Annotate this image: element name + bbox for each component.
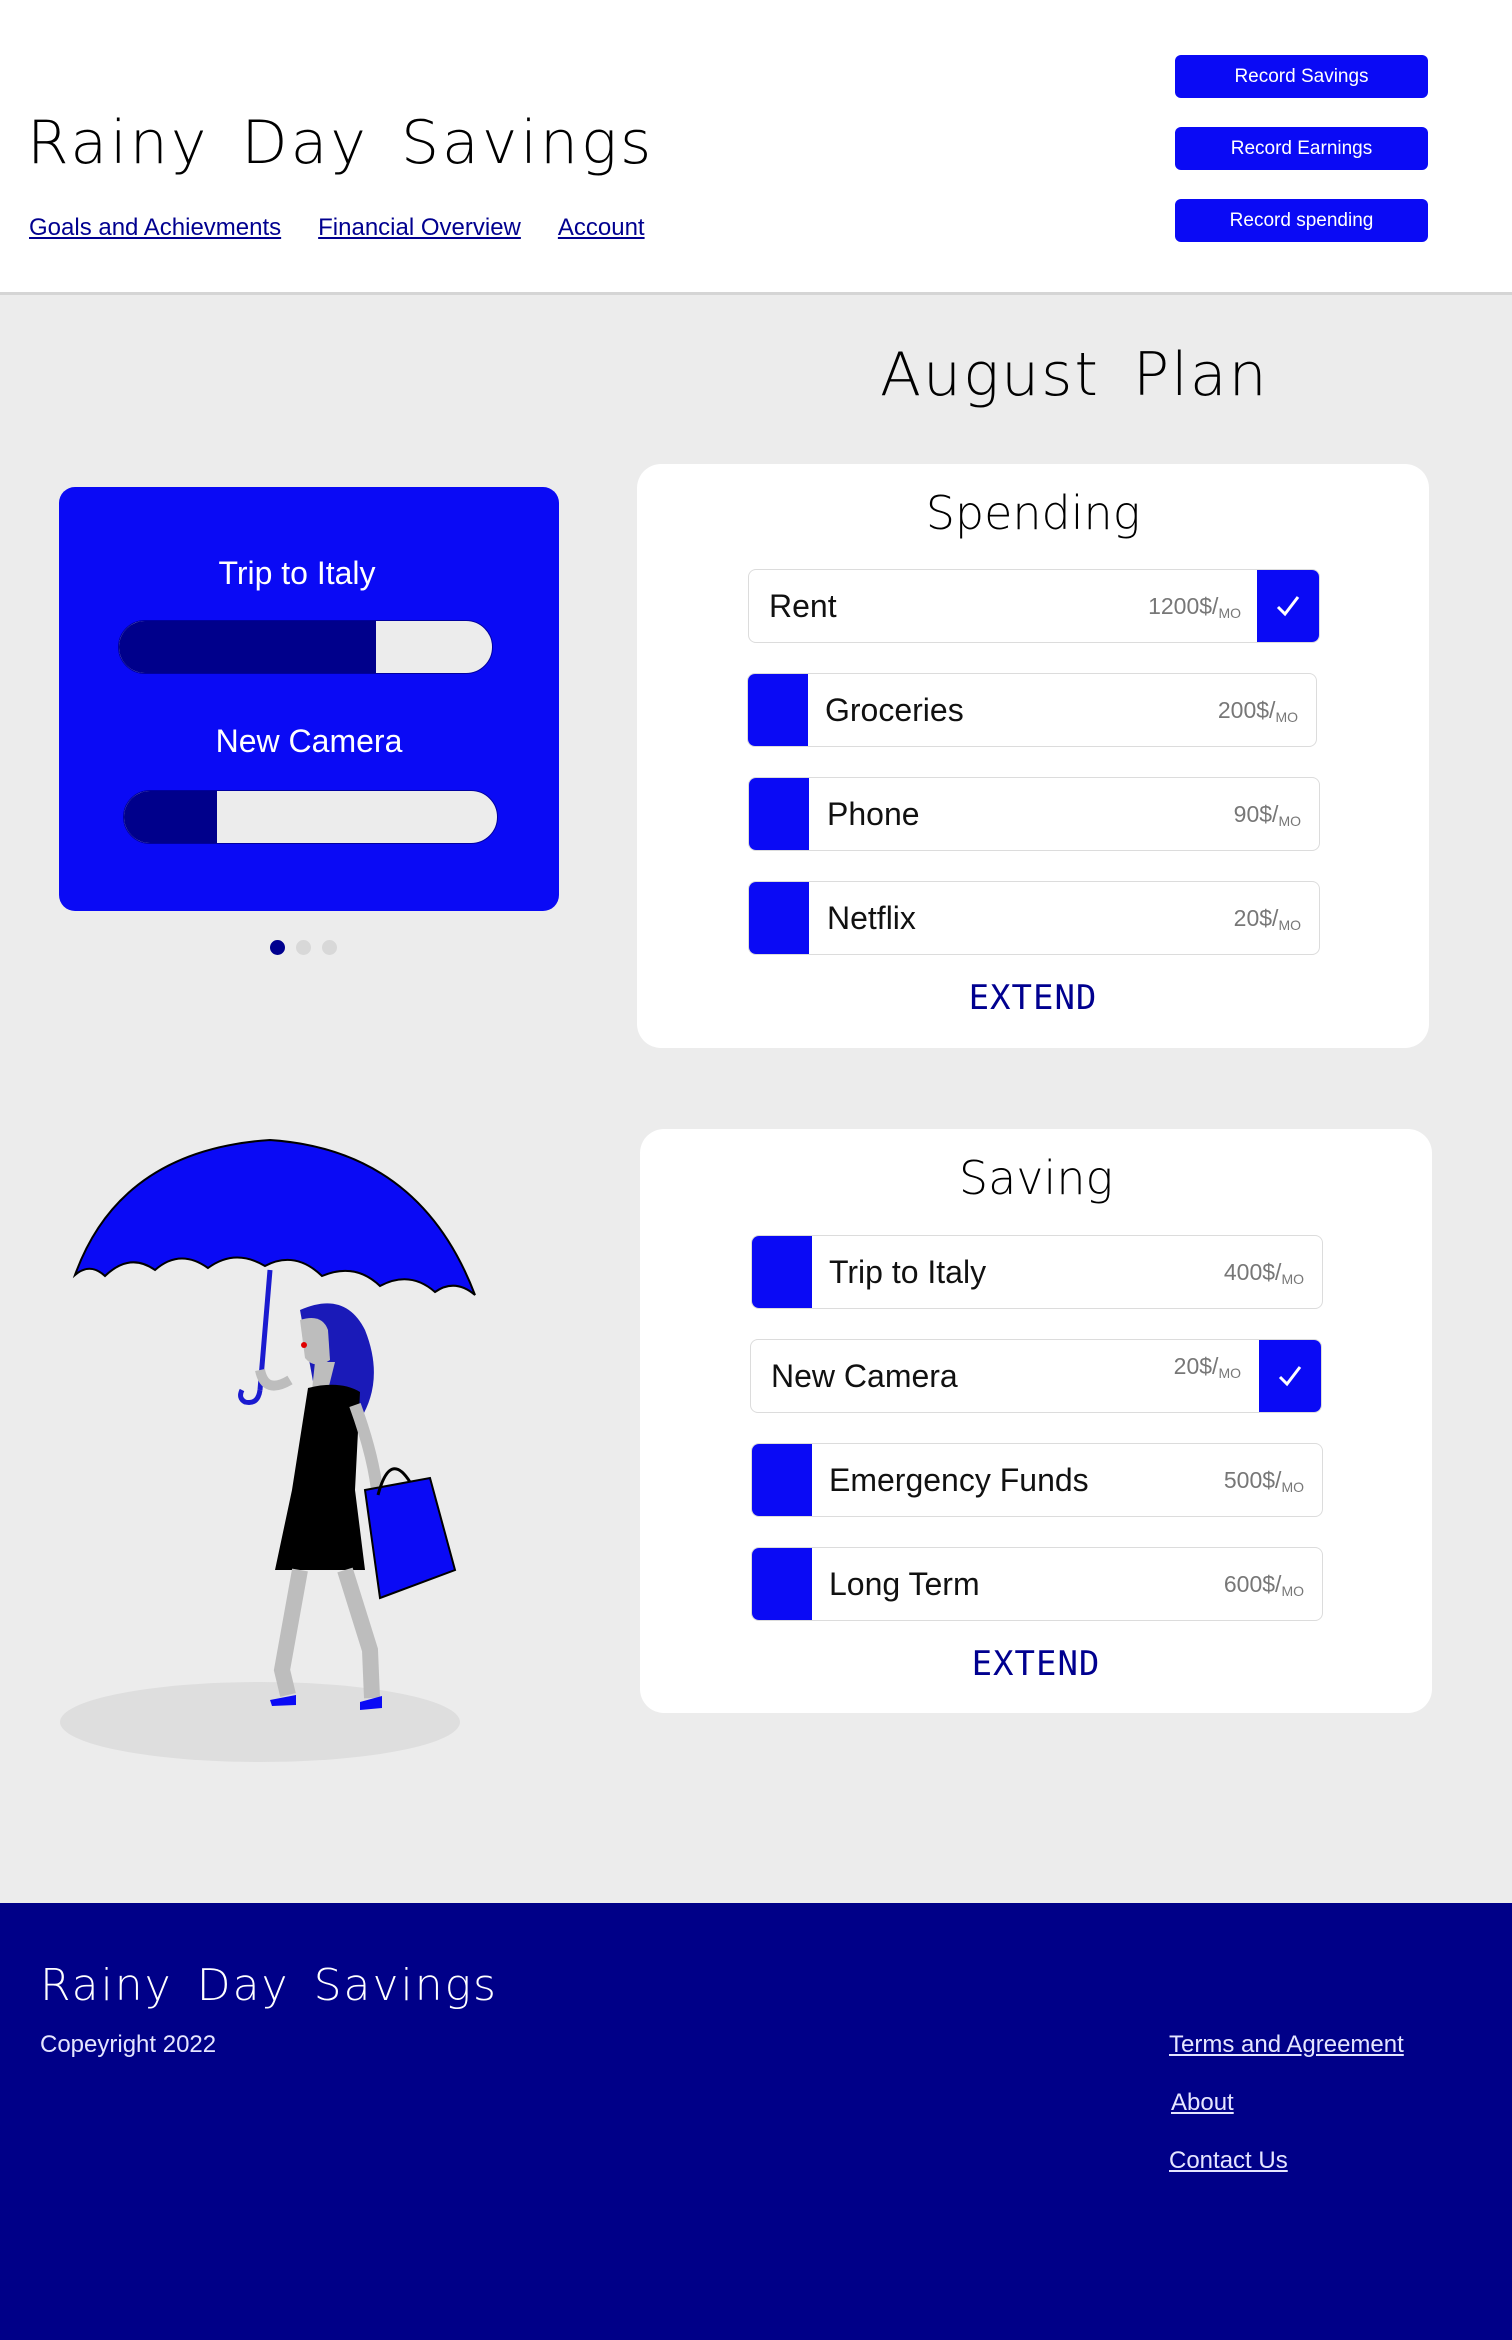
nav-account[interactable]: Account (558, 214, 645, 242)
category-color-swatch (749, 882, 809, 954)
row-name: Phone (827, 795, 920, 832)
saving-row-trip-to-italy[interactable]: Trip to Italy 400$/MO (751, 1235, 1323, 1309)
carousel-dot[interactable] (322, 940, 337, 955)
row-name: Emergency Funds (829, 1461, 1089, 1498)
plan-title: August Plan (880, 340, 1269, 410)
row-amount: 500$/MO (1224, 1444, 1304, 1516)
amount-value: 1200$/ (1148, 592, 1219, 619)
amount-value: 500$/ (1223, 1466, 1282, 1493)
amount-value: 20$/ (1173, 1352, 1219, 1379)
spending-heading: Spending (925, 486, 1141, 540)
goals-progress-card[interactable]: Trip to Italy New Camera (59, 487, 559, 911)
checkmark-icon[interactable] (1257, 570, 1319, 642)
main-nav: Goals and Achievments Financial Overview… (29, 214, 645, 242)
row-name: Long Term (829, 1565, 980, 1602)
saving-row-emergency-funds[interactable]: Emergency Funds 500$/MO (751, 1443, 1323, 1517)
category-color-swatch (748, 674, 808, 746)
row-amount: 20$/MO (1173, 1340, 1241, 1402)
row-amount: 20$/MO (1234, 882, 1301, 954)
row-amount: 90$/MO (1234, 778, 1301, 850)
row-amount: 400$/MO (1224, 1236, 1304, 1308)
woman-with-umbrella-illustration (60, 1138, 476, 1762)
spending-row-netflix[interactable]: Netflix 20$/MO (748, 881, 1320, 955)
amount-value: 90$/ (1233, 800, 1279, 827)
row-name: Rent (769, 587, 837, 624)
goal-progress-bar (118, 620, 493, 674)
amount-unit: MO (1218, 1365, 1241, 1381)
amount-unit: MO (1218, 605, 1241, 621)
row-amount: 1200$/MO (1148, 570, 1241, 642)
goal-label: Trip to Italy (218, 555, 376, 591)
copyright-text: Copeyright 2022 (40, 2031, 217, 2058)
amount-unit: MO (1281, 1583, 1304, 1599)
goal-progress-fill (119, 621, 377, 673)
amount-unit: MO (1275, 709, 1298, 725)
row-name: New Camera (771, 1357, 958, 1394)
saving-heading: Saving (958, 1151, 1114, 1205)
contact-link[interactable]: Contact Us (1169, 2147, 1288, 2175)
amount-value: 200$/ (1217, 696, 1276, 723)
nav-financial-overview[interactable]: Financial Overview (318, 214, 521, 242)
spending-card: Spending Rent 1200$/MO Groceries 200$/MO… (637, 464, 1429, 1048)
carousel-dot[interactable] (270, 940, 285, 955)
amount-value: 20$/ (1233, 904, 1279, 931)
row-amount: 200$/MO (1218, 674, 1298, 746)
site-header: Rainy Day Savings Goals and Achievments … (0, 0, 1512, 295)
amount-unit: MO (1281, 1479, 1304, 1495)
saving-extend-button[interactable]: EXTEND (640, 1644, 1432, 1684)
carousel-dots (270, 940, 337, 955)
category-color-swatch (749, 778, 809, 850)
category-color-swatch (752, 1444, 812, 1516)
nav-goals-and-achievements[interactable]: Goals and Achievments (29, 214, 281, 242)
record-savings-button[interactable]: Record Savings (1175, 55, 1428, 98)
spending-row-phone[interactable]: Phone 90$/MO (748, 777, 1320, 851)
footer-title: Rainy Day Savings (40, 1960, 498, 2011)
spending-row-groceries[interactable]: Groceries 200$/MO (747, 673, 1317, 747)
amount-value: 600$/ (1223, 1570, 1282, 1597)
row-name: Netflix (827, 899, 916, 936)
record-earnings-button[interactable]: Record Earnings (1175, 127, 1428, 170)
category-color-swatch (752, 1236, 812, 1308)
record-spending-button[interactable]: Record spending (1175, 199, 1428, 242)
row-name: Trip to Italy (829, 1253, 987, 1290)
spending-extend-button[interactable]: EXTEND (637, 978, 1429, 1018)
saving-card: Saving Trip to Italy 400$/MO New Camera … (640, 1129, 1432, 1713)
amount-unit: MO (1278, 917, 1301, 933)
site-title: Rainy Day Savings (27, 108, 655, 178)
spending-row-rent[interactable]: Rent 1200$/MO (748, 569, 1320, 643)
goal-progress-fill (124, 791, 218, 843)
saving-row-new-camera[interactable]: New Camera 20$/MO (750, 1339, 1322, 1413)
about-link[interactable]: About (1171, 2089, 1234, 2117)
amount-value: 400$/ (1223, 1258, 1282, 1285)
amount-unit: MO (1281, 1271, 1304, 1287)
category-color-swatch (752, 1548, 812, 1620)
goal-progress-bar (123, 790, 498, 844)
row-amount: 600$/MO (1224, 1548, 1304, 1620)
amount-unit: MO (1278, 813, 1301, 829)
site-footer: Rainy Day Savings Copeyright 2022 Terms … (0, 1903, 1512, 2340)
goal-label: New Camera (215, 723, 403, 759)
saving-row-long-term[interactable]: Long Term 600$/MO (751, 1547, 1323, 1621)
carousel-dot[interactable] (296, 940, 311, 955)
checkmark-icon[interactable] (1259, 1340, 1321, 1412)
row-name: Groceries (825, 691, 964, 728)
terms-link[interactable]: Terms and Agreement (1169, 2031, 1404, 2059)
